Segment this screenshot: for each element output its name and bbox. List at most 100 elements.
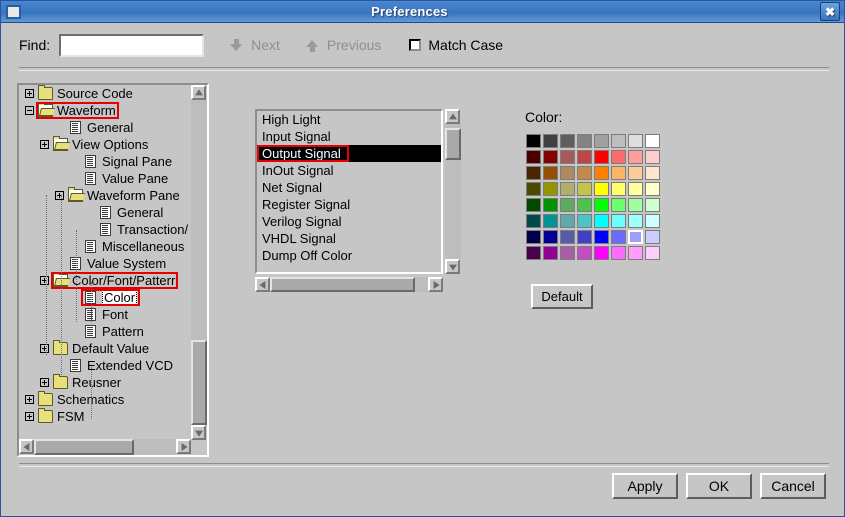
color-swatch[interactable] — [576, 181, 593, 197]
list-scroll-up-button[interactable] — [445, 109, 460, 124]
list-scroll-left-button[interactable] — [255, 277, 270, 292]
tree-item-default-value[interactable]: Default Value — [19, 340, 191, 357]
color-swatch[interactable] — [644, 197, 661, 213]
preferences-tree[interactable]: Source Code Waveform General View Options Si… — [19, 85, 191, 440]
color-swatch[interactable] — [644, 181, 661, 197]
list-item[interactable]: VHDL Signal — [257, 230, 441, 247]
ok-button[interactable]: OK — [686, 473, 752, 499]
color-swatch[interactable] — [610, 133, 627, 149]
expand-plus-icon[interactable] — [25, 412, 34, 421]
color-swatch[interactable] — [644, 229, 661, 245]
color-swatch[interactable] — [542, 165, 559, 181]
color-swatch[interactable] — [559, 149, 576, 165]
list-item[interactable]: Net Signal — [257, 179, 441, 196]
color-swatch[interactable] — [644, 165, 661, 181]
expand-plus-icon[interactable] — [40, 378, 49, 387]
color-swatch[interactable] — [525, 197, 542, 213]
tree-item-transaction[interactable]: Transaction/ — [19, 221, 191, 238]
color-swatch[interactable] — [542, 197, 559, 213]
color-swatch[interactable] — [593, 245, 610, 261]
tree-scroll-right-button[interactable] — [176, 439, 191, 454]
tree-item-pattern[interactable]: Pattern — [19, 323, 191, 340]
expand-plus-icon[interactable] — [25, 395, 34, 404]
color-swatch-grid[interactable] — [525, 133, 661, 261]
color-swatch[interactable] — [627, 133, 644, 149]
tree-item-fsm[interactable]: FSM — [19, 408, 191, 425]
match-case-checkbox[interactable]: Match Case — [409, 37, 503, 53]
color-swatch[interactable] — [610, 245, 627, 261]
tree-scroll-thumb[interactable] — [191, 340, 207, 425]
list-item[interactable]: Register Signal — [257, 196, 441, 213]
list-vertical-scrollbar[interactable] — [445, 109, 461, 274]
color-swatch[interactable] — [644, 133, 661, 149]
color-swatch[interactable] — [576, 149, 593, 165]
color-swatch[interactable] — [542, 229, 559, 245]
color-swatch[interactable] — [576, 245, 593, 261]
tree-item-miscellaneous[interactable]: Miscellaneous — [19, 238, 191, 255]
list-item[interactable]: Input Signal — [257, 128, 441, 145]
color-swatch[interactable] — [525, 245, 542, 261]
tree-item-view-options[interactable]: View Options — [19, 136, 191, 153]
expand-plus-icon[interactable] — [40, 276, 49, 285]
color-swatch[interactable] — [559, 245, 576, 261]
color-swatch[interactable] — [525, 149, 542, 165]
color-swatch[interactable] — [593, 197, 610, 213]
color-swatch[interactable] — [559, 165, 576, 181]
color-swatch[interactable] — [593, 165, 610, 181]
color-swatch[interactable] — [593, 229, 610, 245]
color-swatch[interactable] — [542, 213, 559, 229]
tree-vertical-scrollbar[interactable] — [191, 85, 207, 440]
color-swatch[interactable] — [542, 149, 559, 165]
tree-item-signal-pane[interactable]: Signal Pane — [19, 153, 191, 170]
color-swatch[interactable] — [576, 165, 593, 181]
tree-item-font[interactable]: Font — [19, 306, 191, 323]
default-button[interactable]: Default — [531, 284, 593, 309]
color-swatch[interactable] — [525, 133, 542, 149]
color-swatch[interactable] — [593, 181, 610, 197]
list-item[interactable]: Output Signal — [257, 145, 441, 162]
color-swatch[interactable] — [610, 165, 627, 181]
color-swatch[interactable] — [525, 229, 542, 245]
next-button[interactable]: Next — [230, 37, 280, 53]
expand-plus-icon[interactable] — [25, 89, 34, 98]
list-item[interactable]: InOut Signal — [257, 162, 441, 179]
color-swatch[interactable] — [576, 133, 593, 149]
previous-button[interactable]: Previous — [305, 37, 381, 53]
color-swatch[interactable] — [593, 133, 610, 149]
color-swatch[interactable] — [576, 197, 593, 213]
color-swatch[interactable] — [610, 181, 627, 197]
color-swatch[interactable] — [542, 245, 559, 261]
color-swatch[interactable] — [593, 213, 610, 229]
tree-item-reusner[interactable]: Reusner — [19, 374, 191, 391]
color-swatch[interactable] — [627, 165, 644, 181]
color-swatch[interactable] — [525, 165, 542, 181]
list-scroll-thumb[interactable] — [445, 128, 461, 160]
tree-item-waveform-pane[interactable]: Waveform Pane — [19, 187, 191, 204]
color-swatch[interactable] — [644, 213, 661, 229]
color-swatch[interactable] — [627, 213, 644, 229]
tree-hscroll-thumb[interactable] — [34, 439, 134, 455]
list-scroll-right-button[interactable] — [428, 277, 443, 292]
tree-item-general[interactable]: General — [19, 119, 191, 136]
tree-scroll-left-button[interactable] — [19, 439, 34, 454]
expand-plus-icon[interactable] — [55, 191, 64, 200]
expand-plus-icon[interactable] — [40, 140, 49, 149]
tree-item-schematics[interactable]: Schematics — [19, 391, 191, 408]
color-swatch[interactable] — [644, 245, 661, 261]
tree-item-general[interactable]: General — [19, 204, 191, 221]
color-swatch[interactable] — [559, 197, 576, 213]
tree-item-source-code[interactable]: Source Code — [19, 85, 191, 102]
color-swatch[interactable] — [644, 149, 661, 165]
tree-scroll-up-button[interactable] — [191, 85, 206, 100]
color-swatch[interactable] — [542, 181, 559, 197]
color-swatch[interactable] — [593, 149, 610, 165]
color-swatch[interactable] — [559, 229, 576, 245]
tree-scroll-down-button[interactable] — [191, 425, 206, 440]
apply-button[interactable]: Apply — [612, 473, 678, 499]
expand-plus-icon[interactable] — [40, 344, 49, 353]
color-swatch[interactable] — [559, 133, 576, 149]
color-swatch[interactable] — [542, 133, 559, 149]
list-hscroll-thumb[interactable] — [270, 277, 415, 292]
tree-horizontal-scrollbar[interactable] — [19, 439, 191, 455]
collapse-minus-icon[interactable] — [25, 106, 34, 115]
